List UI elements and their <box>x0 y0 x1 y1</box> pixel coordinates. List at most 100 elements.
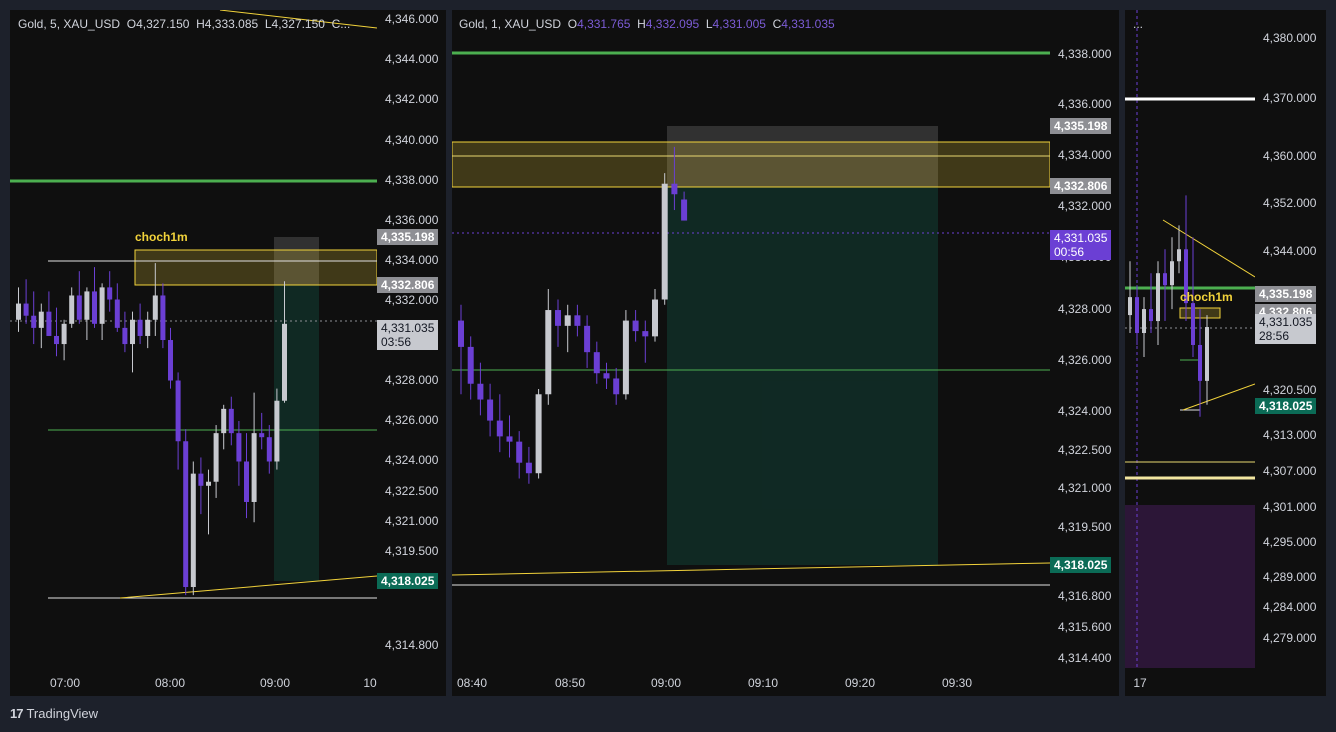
time-axis-higher[interactable]: 17 <box>1125 668 1326 696</box>
candle-body <box>92 291 97 324</box>
time-tick: 07:00 <box>49 676 81 690</box>
price-axis-5m[interactable]: 4,346.000 4,344.000 4,342.000 4,340.000 4,33… <box>377 10 446 668</box>
candle-body <box>613 378 620 395</box>
price-badge: 4,318.025 <box>1255 398 1317 414</box>
trendline <box>1162 219 1255 278</box>
candle-body <box>107 287 113 300</box>
candle-body <box>525 462 532 474</box>
purple-zone <box>1125 505 1255 668</box>
price-tick: 4,322.500 <box>385 484 439 498</box>
price-tick: 4,332.000 <box>1058 199 1112 213</box>
candle-body <box>555 310 561 326</box>
legend-high: 4,333.085 <box>204 17 259 31</box>
candle-body <box>137 319 143 336</box>
candle-body <box>213 433 219 482</box>
price-badge: 4,331.035 00:56 <box>1050 230 1112 260</box>
candle-body <box>130 319 135 345</box>
price-axis-higher[interactable]: 4,380.000 4,370.000 4,360.000 4,352.000 4,34… <box>1255 10 1326 668</box>
candle-body <box>458 320 464 347</box>
candle-body <box>1142 309 1146 334</box>
candle-body <box>221 408 227 434</box>
price-tick: 4,320.500 <box>1263 383 1317 397</box>
annotation-choch: choch1m <box>135 230 188 244</box>
plot-area-higher[interactable]: choch1m <box>1125 10 1255 668</box>
price-tick: 4,328.000 <box>385 373 439 387</box>
candle-body <box>228 408 234 434</box>
time-tick: 10 <box>363 676 377 690</box>
price-tick: 4,322.500 <box>1058 443 1112 457</box>
price-tick: 4,289.000 <box>1263 570 1317 584</box>
legend-5m: Gold, 5, XAU_USD O4,327.150 H4,333.085 L… <box>18 17 351 31</box>
chart-panel-higher[interactable]: ... choch1m 4,380.000 4,370.000 4,360.000 4… <box>1125 10 1326 696</box>
price-badge: 4,331.035 28:56 <box>1255 314 1317 344</box>
legend-low: 4,327.150 <box>271 17 325 31</box>
price-tick: 4,346.000 <box>385 12 439 26</box>
legend-close: C... <box>331 17 351 31</box>
legend-symbol: Gold, 5, XAU_USD <box>18 17 121 31</box>
price-tick: 4,338.000 <box>1058 47 1112 61</box>
candle-body <box>1177 249 1181 262</box>
supply-zone <box>452 141 1050 188</box>
time-axis-5m[interactable]: 07:00 08:00 09:00 10 <box>10 668 446 696</box>
price-tick: 4,352.000 <box>1263 196 1317 210</box>
price-tick: 4,338.000 <box>385 173 439 187</box>
legend-dots[interactable]: ... <box>1133 17 1143 31</box>
plot-area-5m[interactable]: choch1m <box>10 10 377 668</box>
chart-panel-5m[interactable]: Gold, 5, XAU_USD O4,327.150 H4,333.085 L… <box>10 10 446 696</box>
candle-body <box>506 436 513 442</box>
price-tick: 4,279.000 <box>1263 631 1317 645</box>
candle-body <box>16 303 21 320</box>
candle-body <box>477 383 484 400</box>
candle-body <box>1135 297 1139 334</box>
price-tick: 4,326.000 <box>1058 353 1112 367</box>
candle-body <box>183 441 189 588</box>
price-tick: 4,321.000 <box>385 514 439 528</box>
price-tick: 4,334.000 <box>385 253 439 267</box>
legend-symbol: Gold, 1, XAU_USD <box>459 17 562 31</box>
candle-body <box>282 323 287 401</box>
price-tick: 4,370.000 <box>1263 91 1317 105</box>
price-tick: 4,314.400 <box>1058 651 1112 665</box>
price-axis-1m[interactable]: 4,338.000 4,336.000 4,334.000 4,332.000 4,33… <box>1050 10 1119 668</box>
candle-body <box>38 311 44 328</box>
candle-body <box>622 320 629 395</box>
candle-body <box>99 287 105 324</box>
price-tick: 4,313.000 <box>1263 428 1317 442</box>
chart-panel-1m[interactable]: Gold, 1, XAU_USD O4,331.765 H4,332.095 L… <box>452 10 1119 696</box>
legend-open: 4,331.765 <box>577 17 631 31</box>
price-badge: 4,318.025 <box>377 573 439 589</box>
price-badge: 4,332.806 <box>377 277 439 293</box>
price-tick: 4,340.000 <box>385 133 439 147</box>
price-tick: 4,336.000 <box>1058 97 1112 111</box>
candle-body <box>31 315 37 328</box>
annotation-choch: choch1m <box>1180 290 1233 304</box>
price-tick: 4,326.000 <box>385 413 439 427</box>
legend-high: 4,332.095 <box>645 17 700 31</box>
footer-branding[interactable]: 17 TradingView <box>10 706 98 721</box>
candle-body <box>236 433 242 462</box>
candle-body <box>122 327 128 345</box>
supply-zone <box>134 249 377 286</box>
time-axis-1m[interactable]: 08:40 08:50 09:00 09:10 09:20 09:30 <box>452 668 1119 696</box>
candle-body <box>76 295 82 320</box>
time-tick: 08:00 <box>154 676 186 690</box>
candle-body <box>23 303 29 316</box>
candle-body <box>1156 273 1160 322</box>
legend-low: 4,331.005 <box>712 17 766 31</box>
price-badge: 4,335.198 <box>1255 286 1317 302</box>
plot-area-1m[interactable] <box>452 10 1050 668</box>
time-tick: 09:30 <box>941 676 973 690</box>
price-tick: 4,315.600 <box>1058 620 1112 634</box>
candle-body <box>54 335 59 345</box>
price-tick: 4,321.000 <box>1058 481 1112 495</box>
time-tick: 17 <box>1133 676 1147 690</box>
price-tick: 4,316.800 <box>1058 589 1112 603</box>
candle-body <box>206 481 211 486</box>
price-tick: 4,332.000 <box>385 293 439 307</box>
candle-body <box>681 199 688 221</box>
candle-body <box>496 420 503 437</box>
legend-close: 4,331.035 <box>781 17 835 31</box>
legend-1m: Gold, 1, XAU_USD O4,331.765 H4,332.095 L… <box>459 17 835 31</box>
candles-svg-5m <box>10 10 377 599</box>
candle-body <box>671 183 678 195</box>
